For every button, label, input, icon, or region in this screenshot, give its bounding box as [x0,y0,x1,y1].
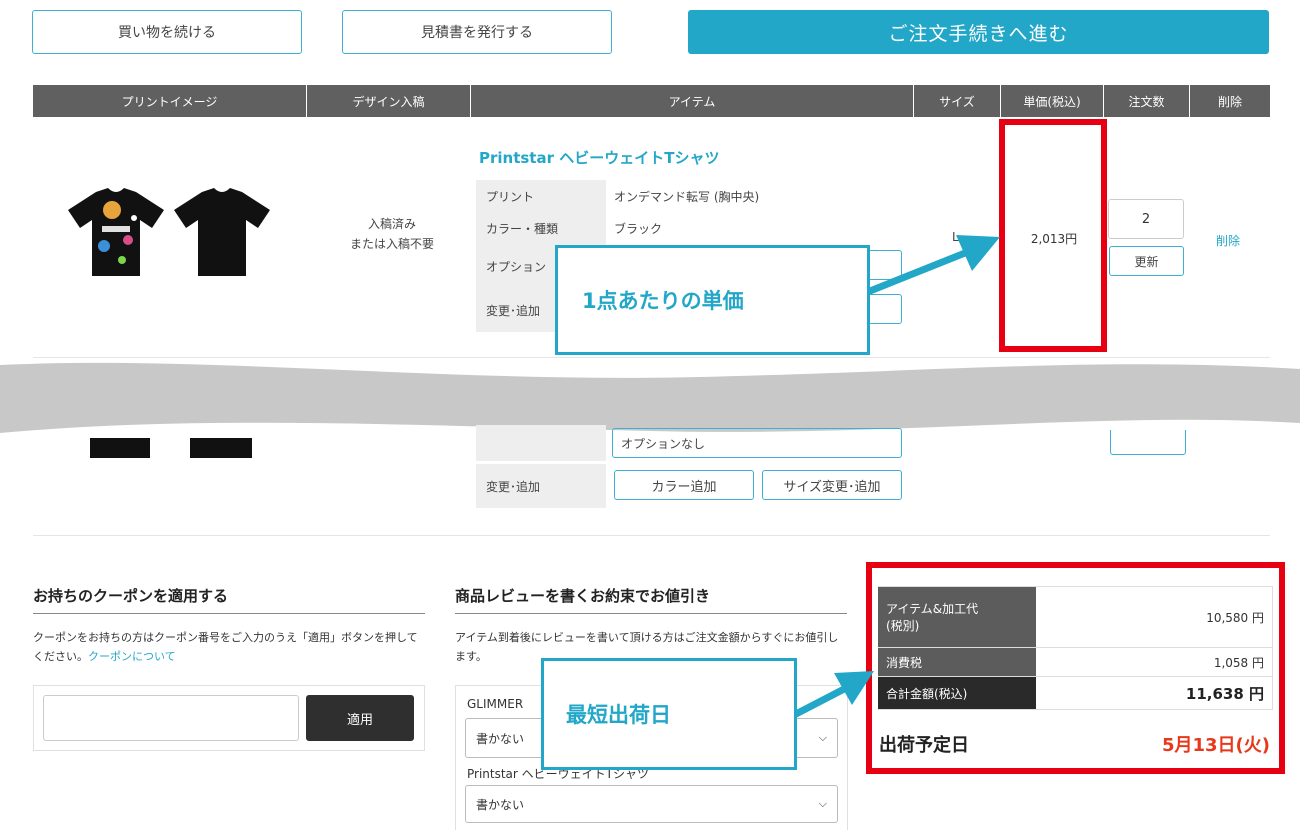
header-item: アイテム [471,85,914,117]
header-unit-price: 単価(税込) [1001,85,1104,117]
chevron-down-icon: ⌵ [818,797,827,810]
product-image-front [66,188,166,278]
review-item1-label: GLIMMER [467,697,524,711]
coupon-title-underline [33,613,425,614]
coupon-title: お持ちのクーポンを適用する [33,587,229,605]
header-design: デザイン入稿 [307,85,471,117]
quantity-input[interactable]: 2 [1108,199,1184,239]
design-status: 入稿済み または入稿不要 [349,217,434,251]
coupon-info-link[interactable]: クーポンについて [88,650,176,663]
print-label: プリント [476,180,606,212]
row2-option-label [476,425,606,461]
color-label: カラー・種類 [476,212,606,244]
checkout-button[interactable]: ご注文手続きへ進む [688,10,1269,54]
row-divider-2 [33,535,1270,536]
unit-price-callout: 1点あたりの単価 [555,245,870,355]
size-change-add-button[interactable]: サイズ変更･追加 [762,470,902,500]
coupon-description: クーポンをお持ちの方はクーポン番号をご入力のうえ「適用」ボタンを押してください。… [33,631,418,663]
product-image-back [172,188,272,278]
header-print-image: プリントイメージ [33,85,307,117]
review-title: 商品レビューを書くお約束でお値引き [455,587,711,605]
review-select-2[interactable]: 書かない ⌵ [465,785,838,823]
row2-qty-partial[interactable] [1110,430,1186,455]
chevron-down-icon: ⌵ [818,731,827,744]
header-delete: 削除 [1190,85,1270,117]
product-name-link[interactable]: Printstar ヘビーウェイトTシャツ [479,147,719,168]
arrow-to-unit-price [863,235,1000,297]
delete-link[interactable]: 削除 [1216,232,1240,249]
arrow-to-ship-date [792,671,874,719]
coupon-apply-button[interactable]: 適用 [306,695,414,741]
coupon-input[interactable] [43,695,299,741]
unit-price-highlight [999,119,1107,352]
review-title-underline [455,613,847,614]
row2-change-label: 変更･追加 [476,464,606,508]
continue-shopping-button[interactable]: 買い物を続ける [32,10,302,54]
cart-table-header: プリントイメージ デザイン入稿 アイテム サイズ 単価(税込) 注文数 削除 [33,85,1270,117]
row2-option-select[interactable]: オプションなし [612,428,902,458]
issue-quote-button[interactable]: 見積書を発行する [342,10,612,54]
print-value: オンデマンド転写 (胸中央) [614,189,760,204]
header-qty: 注文数 [1104,85,1190,117]
ship-date-callout: 最短出荷日 [541,658,797,770]
header-size: サイズ [914,85,1001,117]
color-add-button[interactable]: カラー追加 [614,470,754,500]
summary-highlight [866,562,1285,774]
product2-image-back [190,438,252,458]
update-button[interactable]: 更新 [1109,246,1184,276]
product2-image-front [90,438,150,458]
